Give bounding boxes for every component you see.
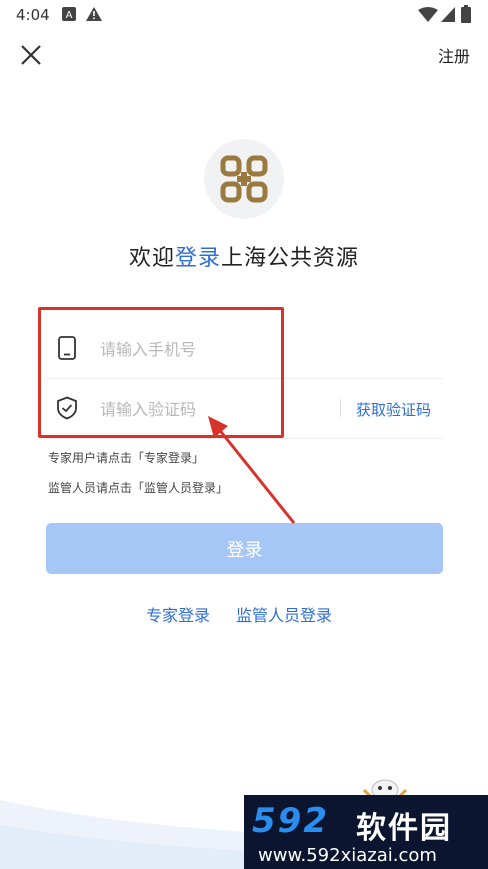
watermark-number: 592 <box>252 801 329 841</box>
annotation-arrow <box>208 416 296 524</box>
watermark-url: www.592xiazai.com <box>258 845 437 866</box>
watermark-brand: 软件园 <box>356 811 452 846</box>
login-page: 4:04 A 注册 欢迎登录上海公共资源 请输入手机号 请输入验证码 获取验证码… <box>0 0 488 869</box>
watermark: 592 软件园 www.592xiazai.com <box>244 795 488 869</box>
